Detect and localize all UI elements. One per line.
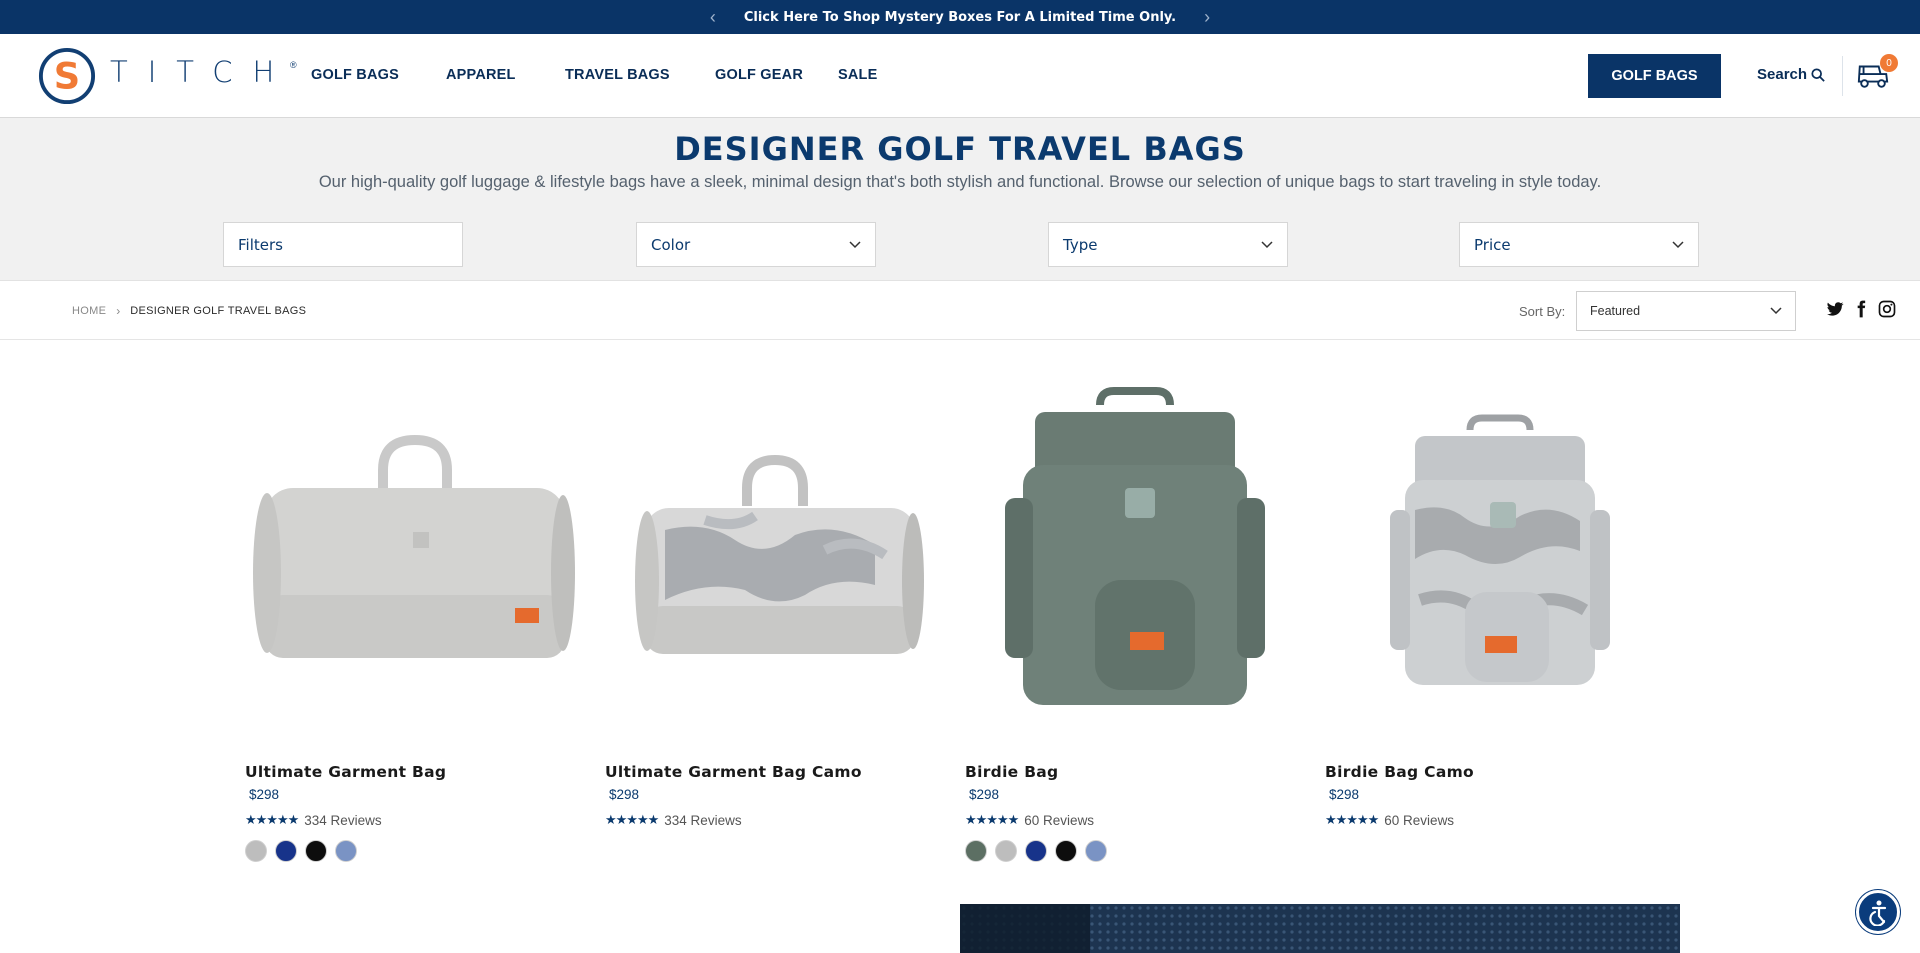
twitter-link[interactable] (1825, 299, 1847, 321)
page-title: DESIGNER GOLF TRAVEL BAGS (674, 130, 1246, 168)
product-image[interactable] (965, 370, 1305, 740)
chevron-left-icon[interactable]: ‹ (710, 8, 716, 26)
search-icon (1811, 67, 1825, 82)
swatch-green[interactable] (965, 840, 987, 862)
filters-button[interactable]: Filters (223, 222, 463, 267)
twitter-icon (1827, 302, 1844, 316)
sort-value: Featured (1590, 304, 1641, 318)
cart-count-badge: 0 (1880, 54, 1898, 72)
product-rating[interactable]: ★★★★★ 334 Reviews (245, 812, 382, 828)
product-price: $298 (249, 787, 280, 802)
star-rating-icon: ★★★★★ (1325, 812, 1379, 827)
swatch-black[interactable] (1055, 840, 1077, 862)
price-filter-label: Price (1474, 235, 1511, 254)
filters-label: Filters (238, 235, 283, 254)
site-header: S TITCH ® GOLF BAGS APPAREL TRAVEL BAGS … (0, 34, 1920, 118)
nav-golf-gear[interactable]: GOLF GEAR (715, 67, 803, 83)
review-count: 60 Reviews (1024, 812, 1095, 828)
chevron-right-icon[interactable]: › (1204, 8, 1210, 26)
logo-s-icon: S (38, 47, 96, 105)
color-swatches (245, 840, 357, 862)
accessibility-button[interactable] (1856, 890, 1900, 934)
toolbar: HOME › DESIGNER GOLF TRAVEL BAGS Sort By… (0, 282, 1920, 340)
star-rating-icon: ★★★★★ (965, 812, 1019, 827)
breadcrumb-current: DESIGNER GOLF TRAVEL BAGS (130, 305, 307, 317)
product-image[interactable] (245, 370, 585, 740)
review-count: 60 Reviews (1384, 812, 1455, 828)
breadcrumb-separator: › (116, 304, 121, 318)
sort-dropdown[interactable]: Featured (1576, 291, 1796, 331)
swatch-gray[interactable] (245, 840, 267, 862)
search-label: Search (1757, 66, 1808, 83)
instagram-link[interactable] (1877, 299, 1899, 321)
swatch-light-blue[interactable] (1085, 840, 1107, 862)
swatch-gray[interactable] (995, 840, 1017, 862)
golf-bags-cta-button[interactable]: GOLF BAGS (1588, 54, 1721, 98)
logo-wordmark: TITCH (110, 55, 295, 89)
swatch-navy[interactable] (1025, 840, 1047, 862)
product-name[interactable]: Ultimate Garment Bag Camo (605, 763, 862, 781)
promo-banner-image[interactable] (960, 904, 1680, 953)
type-filter-dropdown[interactable]: Type (1048, 222, 1288, 267)
product-rating[interactable]: ★★★★★ 60 Reviews (965, 812, 1094, 828)
star-rating-icon: ★★★★★ (245, 812, 299, 827)
promo-texture (960, 904, 1680, 953)
product-rating[interactable]: ★★★★★ 334 Reviews (605, 812, 742, 828)
instagram-icon (1878, 300, 1896, 318)
color-filter-dropdown[interactable]: Color (636, 222, 876, 267)
review-count: 334 Reviews (304, 812, 382, 828)
nav-travel-bags[interactable]: TRAVEL BAGS (565, 67, 670, 83)
collection-hero: DESIGNER GOLF TRAVEL BAGS Our high-quali… (0, 118, 1920, 281)
color-filter-label: Color (651, 235, 691, 254)
chevron-down-icon (1770, 307, 1782, 315)
facebook-link[interactable] (1851, 299, 1873, 321)
swatch-light-blue[interactable] (335, 840, 357, 862)
stitch-logo[interactable]: S TITCH ® (38, 46, 297, 106)
product-name[interactable]: Birdie Bag (965, 763, 1058, 781)
breadcrumb-home[interactable]: HOME (72, 305, 106, 317)
product-image[interactable] (605, 370, 945, 740)
color-swatches (965, 840, 1107, 862)
swatch-navy[interactable] (275, 840, 297, 862)
nav-sale[interactable]: SALE (838, 67, 877, 83)
sort-label: Sort By: (1519, 304, 1566, 319)
star-rating-icon: ★★★★★ (605, 812, 659, 827)
swatch-black[interactable] (305, 840, 327, 862)
product-price: $298 (609, 787, 640, 802)
chevron-down-icon (1261, 240, 1273, 248)
facebook-icon (1857, 300, 1866, 318)
price-filter-dropdown[interactable]: Price (1459, 222, 1699, 267)
type-filter-label: Type (1063, 235, 1098, 254)
header-divider (1842, 56, 1843, 96)
product-name[interactable]: Birdie Bag Camo (1325, 763, 1474, 781)
chevron-down-icon (849, 240, 861, 248)
product-rating[interactable]: ★★★★★ 60 Reviews (1325, 812, 1454, 828)
product-price: $298 (969, 787, 1000, 802)
chevron-down-icon (1672, 240, 1684, 248)
search-button[interactable]: Search (1757, 66, 1825, 83)
accessibility-icon (1869, 900, 1887, 926)
breadcrumb: HOME › DESIGNER GOLF TRAVEL BAGS (72, 304, 306, 318)
product-price: $298 (1329, 787, 1360, 802)
product-image[interactable] (1325, 370, 1665, 740)
announcement-bar: ‹ Click Here To Shop Mystery Boxes For A… (0, 0, 1920, 34)
nav-apparel[interactable]: APPAREL (446, 67, 516, 83)
nav-golf-bags[interactable]: GOLF BAGS (311, 67, 399, 83)
svg-text:S: S (54, 55, 80, 98)
review-count: 334 Reviews (664, 812, 742, 828)
logo-registered-mark: ® (290, 60, 297, 70)
cart-button[interactable]: 0 (1856, 54, 1898, 92)
product-name[interactable]: Ultimate Garment Bag (245, 763, 446, 781)
announcement-link[interactable]: Click Here To Shop Mystery Boxes For A L… (744, 10, 1176, 25)
page-description: Our high-quality golf luggage & lifestyl… (318, 173, 1602, 191)
